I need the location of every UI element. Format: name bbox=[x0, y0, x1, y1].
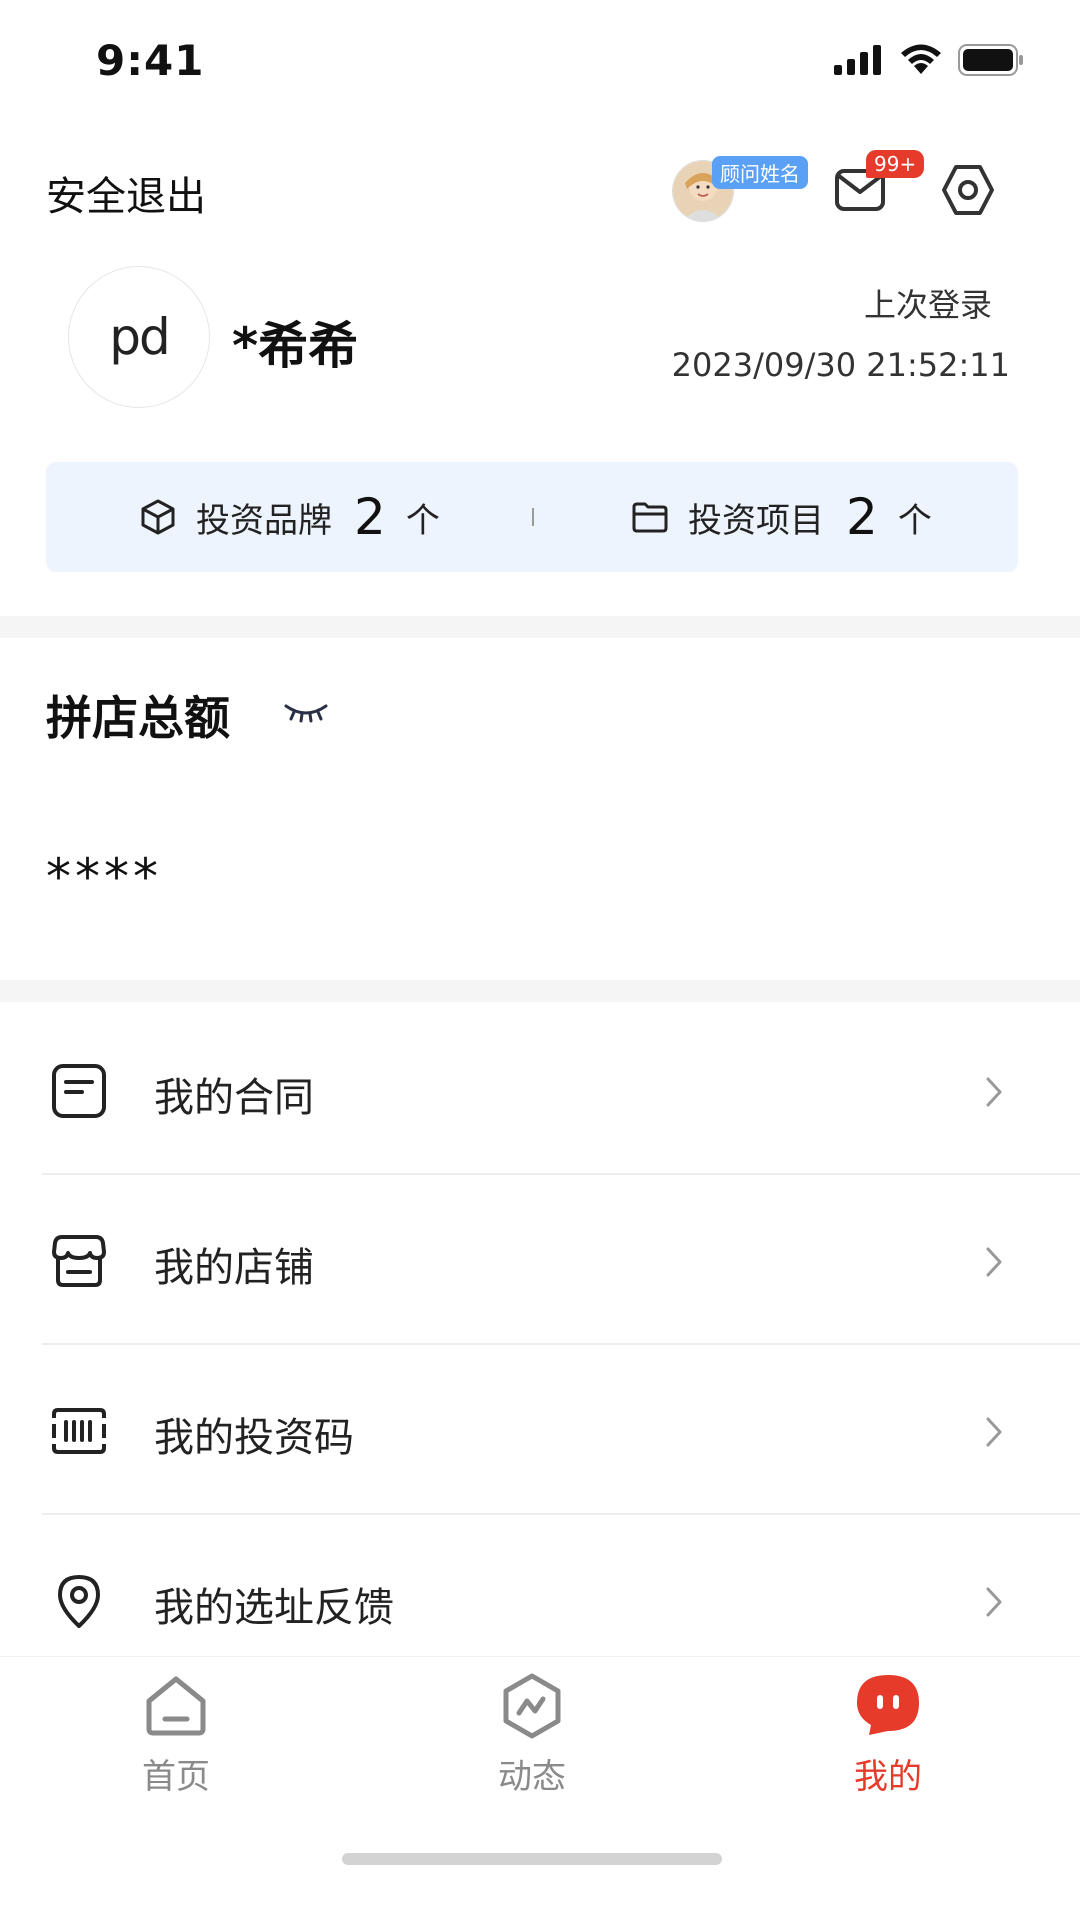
username: *希希 bbox=[232, 317, 359, 375]
contract-icon bbox=[52, 1064, 106, 1118]
logout-button[interactable]: 安全退出 bbox=[46, 164, 206, 222]
advisor-button[interactable]: 顾问姓名 bbox=[672, 156, 808, 222]
eye-closed-icon[interactable] bbox=[282, 700, 330, 724]
projects-unit: 个 bbox=[897, 500, 932, 541]
investment-stats: 投资品牌 2 个 投资项目 2 个 bbox=[46, 462, 1018, 572]
total-amount: **** bbox=[46, 848, 162, 906]
bottom-tab-bar: 首页 动态 我的 bbox=[0, 1656, 1080, 1920]
activity-icon bbox=[503, 1673, 561, 1739]
last-login-time: 2023/09/30 21:52:11 bbox=[671, 346, 1010, 384]
advisor-name-tag: 顾问姓名 bbox=[712, 156, 808, 189]
brands-label: 投资品牌 bbox=[196, 500, 332, 541]
profile-icon bbox=[857, 1675, 919, 1735]
menu-item-label: 我的合同 bbox=[154, 1075, 314, 1121]
header-bar: 安全退出 顾问姓名 99+ bbox=[0, 150, 1080, 230]
chevron-right-icon bbox=[986, 1077, 1002, 1107]
unread-badge: 99+ bbox=[866, 150, 925, 178]
cube-icon bbox=[141, 499, 175, 535]
last-login-label: 上次登录 bbox=[863, 286, 992, 324]
menu-item-contracts[interactable]: 我的合同 bbox=[0, 1005, 1080, 1175]
section-divider bbox=[0, 980, 1080, 1002]
tab-profile[interactable]: 我的 bbox=[788, 1671, 988, 1798]
chevron-right-icon bbox=[986, 1247, 1002, 1277]
menu-item-label: 我的投资码 bbox=[154, 1415, 354, 1461]
brands-count: 2 bbox=[354, 488, 386, 546]
home-icon bbox=[146, 1676, 206, 1736]
status-bar: 9:41 bbox=[0, 0, 1080, 120]
menu-list: 我的合同 我的店铺 我的投资码 我的选址反馈 bbox=[0, 1005, 1080, 1685]
settings-icon[interactable] bbox=[940, 162, 996, 218]
tab-label: 动态 bbox=[498, 1757, 566, 1797]
total-title: 拼店总额 bbox=[46, 691, 230, 745]
status-icons bbox=[834, 44, 1024, 76]
folder-icon bbox=[632, 502, 668, 533]
brand-logo: pd bbox=[109, 308, 171, 366]
tab-home[interactable]: 首页 bbox=[76, 1671, 276, 1798]
brands-unit: 个 bbox=[405, 500, 440, 541]
chevron-right-icon bbox=[986, 1587, 1002, 1617]
signal-icon bbox=[834, 45, 881, 75]
stats-divider bbox=[532, 508, 534, 526]
menu-item-stores[interactable]: 我的店铺 bbox=[0, 1175, 1080, 1345]
home-indicator bbox=[342, 1853, 722, 1865]
location-pin-icon bbox=[58, 1575, 100, 1628]
tab-label: 我的 bbox=[854, 1757, 922, 1797]
tab-label: 首页 bbox=[142, 1757, 210, 1797]
projects-stat[interactable]: 投资项目 2 个 bbox=[630, 462, 932, 572]
wifi-icon bbox=[901, 44, 941, 74]
brands-stat[interactable]: 投资品牌 2 个 bbox=[138, 462, 440, 572]
chevron-right-icon bbox=[986, 1417, 1002, 1447]
status-time: 9:41 bbox=[96, 36, 205, 85]
profile-page: 9:41 安全退出 顾问姓名 99+ pd *希希 上次登录 2023/09/3… bbox=[0, 0, 1080, 1920]
barcode-icon bbox=[52, 1408, 106, 1454]
user-avatar[interactable]: pd bbox=[68, 266, 210, 408]
battery-icon bbox=[958, 44, 1023, 76]
menu-item-label: 我的店铺 bbox=[154, 1245, 314, 1291]
menu-item-investment-code[interactable]: 我的投资码 bbox=[0, 1345, 1080, 1515]
projects-label: 投资项目 bbox=[688, 500, 824, 541]
store-icon bbox=[52, 1235, 106, 1287]
section-divider bbox=[0, 616, 1080, 638]
tab-activity[interactable]: 动态 bbox=[432, 1671, 632, 1798]
projects-count: 2 bbox=[846, 488, 878, 546]
menu-item-label: 我的选址反馈 bbox=[154, 1585, 394, 1631]
